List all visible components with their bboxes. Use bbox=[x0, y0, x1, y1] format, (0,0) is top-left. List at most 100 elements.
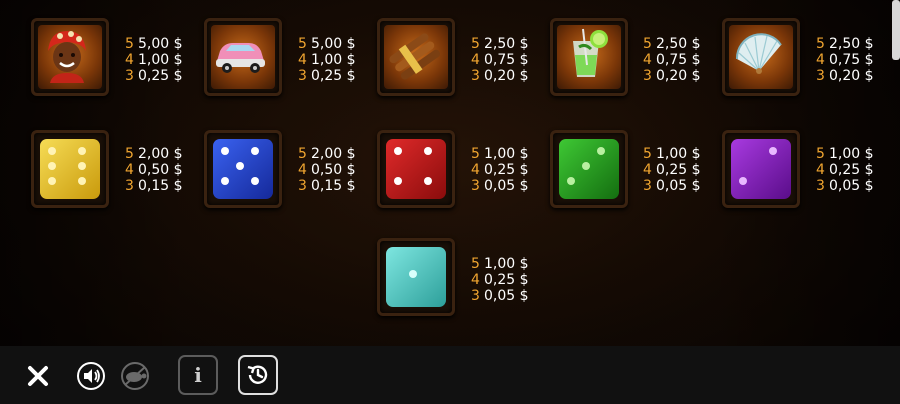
pay-value: 0,50 $ bbox=[311, 162, 356, 178]
bottom-toolbar: i bbox=[0, 346, 900, 404]
pay-value: 2,00 $ bbox=[311, 146, 356, 162]
pay-count: 5 bbox=[643, 146, 652, 162]
paytable-die-green: 5 1,00 $ 4 0,25 $ 3 0,05 $ bbox=[643, 146, 721, 194]
pay-value: 0,75 $ bbox=[656, 52, 701, 68]
red-die-icon bbox=[386, 139, 446, 199]
symbol-die-purple bbox=[722, 130, 800, 208]
symbol-die-yellow bbox=[31, 130, 109, 208]
symbol-fan bbox=[722, 18, 800, 96]
pay-count: 4 bbox=[471, 272, 480, 288]
paytable-cigars: 5 2,50 $ 4 0,75 $ 3 0,20 $ bbox=[471, 36, 549, 84]
pay-count: 4 bbox=[471, 162, 480, 178]
pay-count: 3 bbox=[643, 68, 652, 84]
pay-value: 0,50 $ bbox=[138, 162, 183, 178]
pay-value: 0,15 $ bbox=[311, 178, 356, 194]
mojito-icon bbox=[557, 25, 621, 89]
pay-count: 4 bbox=[816, 52, 825, 68]
cyan-die-icon bbox=[386, 247, 446, 307]
pay-count: 5 bbox=[816, 36, 825, 52]
pay-value: 0,25 $ bbox=[484, 162, 529, 178]
pay-value: 0,05 $ bbox=[656, 178, 701, 194]
pay-value: 0,25 $ bbox=[829, 162, 874, 178]
paytable-die-purple: 5 1,00 $ 4 0,25 $ 3 0,05 $ bbox=[816, 146, 894, 194]
pay-value: 0,25 $ bbox=[311, 68, 356, 84]
paytable-die-blue: 5 2,00 $ 4 0,50 $ 3 0,15 $ bbox=[298, 146, 376, 194]
pay-value: 0,25 $ bbox=[138, 68, 183, 84]
pay-value: 0,20 $ bbox=[484, 68, 529, 84]
paytable-fan: 5 2,50 $ 4 0,75 $ 3 0,20 $ bbox=[816, 36, 894, 84]
pay-value: 2,50 $ bbox=[656, 36, 701, 52]
pay-count: 4 bbox=[298, 52, 307, 68]
car-icon bbox=[211, 25, 275, 89]
purple-die-icon bbox=[731, 139, 791, 199]
pay-count: 3 bbox=[471, 68, 480, 84]
pay-value: 0,05 $ bbox=[829, 178, 874, 194]
blue-die-icon bbox=[213, 139, 273, 199]
pay-value: 2,50 $ bbox=[484, 36, 529, 52]
pay-count: 3 bbox=[643, 178, 652, 194]
pay-count: 5 bbox=[298, 36, 307, 52]
info-button[interactable]: i bbox=[178, 355, 218, 395]
symbol-car bbox=[204, 18, 282, 96]
pay-count: 5 bbox=[125, 36, 134, 52]
paytable-mojito: 5 2,50 $ 4 0,75 $ 3 0,20 $ bbox=[643, 36, 721, 84]
close-button[interactable] bbox=[22, 360, 54, 392]
paytable-die-cyan: 5 1,00 $ 4 0,25 $ 3 0,05 $ bbox=[471, 256, 549, 304]
pay-count: 3 bbox=[471, 178, 480, 194]
pay-value: 2,00 $ bbox=[138, 146, 183, 162]
pay-count: 3 bbox=[471, 288, 480, 304]
pay-count: 5 bbox=[471, 36, 480, 52]
pay-count: 4 bbox=[643, 162, 652, 178]
pay-count: 4 bbox=[471, 52, 480, 68]
pay-count: 3 bbox=[125, 68, 134, 84]
pay-count: 3 bbox=[298, 178, 307, 194]
pay-count: 5 bbox=[298, 146, 307, 162]
pay-count: 5 bbox=[471, 256, 480, 272]
pay-value: 0,25 $ bbox=[656, 162, 701, 178]
pay-value: 0,05 $ bbox=[484, 288, 529, 304]
sound-icon bbox=[77, 362, 105, 390]
green-die-icon bbox=[559, 139, 619, 199]
paytable-die-red: 5 1,00 $ 4 0,25 $ 3 0,05 $ bbox=[471, 146, 549, 194]
pay-count: 5 bbox=[125, 146, 134, 162]
pay-count: 5 bbox=[643, 36, 652, 52]
pay-value: 0,75 $ bbox=[829, 52, 874, 68]
pay-count: 3 bbox=[816, 68, 825, 84]
pay-value: 0,20 $ bbox=[656, 68, 701, 84]
pay-value: 1,00 $ bbox=[656, 146, 701, 162]
fan-icon bbox=[729, 25, 793, 89]
pay-value: 0,05 $ bbox=[484, 178, 529, 194]
cigars-icon bbox=[384, 25, 448, 89]
pay-value: 1,00 $ bbox=[484, 146, 529, 162]
pay-count: 3 bbox=[816, 178, 825, 194]
pay-value: 0,75 $ bbox=[484, 52, 529, 68]
sound-button[interactable] bbox=[75, 360, 107, 392]
symbol-die-red bbox=[377, 130, 455, 208]
pay-count: 3 bbox=[125, 178, 134, 194]
history-button[interactable] bbox=[238, 355, 278, 395]
pay-count: 3 bbox=[298, 68, 307, 84]
paytable-car: 5 5,00 $ 4 1,00 $ 3 0,25 $ bbox=[298, 36, 376, 84]
woman-icon bbox=[38, 25, 102, 89]
pay-count: 5 bbox=[471, 146, 480, 162]
pay-value: 1,00 $ bbox=[138, 52, 183, 68]
pay-value: 0,25 $ bbox=[484, 272, 529, 288]
pay-count: 4 bbox=[125, 52, 134, 68]
pay-value: 0,15 $ bbox=[138, 178, 183, 194]
pay-count: 4 bbox=[125, 162, 134, 178]
pay-count: 4 bbox=[816, 162, 825, 178]
turtle-icon bbox=[121, 362, 149, 390]
pay-count: 5 bbox=[816, 146, 825, 162]
pay-count: 4 bbox=[298, 162, 307, 178]
history-icon bbox=[247, 365, 268, 384]
pay-value: 5,00 $ bbox=[138, 36, 183, 52]
symbol-mojito bbox=[550, 18, 628, 96]
symbol-die-cyan bbox=[377, 238, 455, 316]
info-icon: i bbox=[194, 363, 202, 387]
pay-value: 1,00 $ bbox=[484, 256, 529, 272]
close-icon bbox=[28, 366, 48, 386]
paytable-die-yellow: 5 2,00 $ 4 0,50 $ 3 0,15 $ bbox=[125, 146, 203, 194]
pay-value: 2,50 $ bbox=[829, 36, 874, 52]
symbol-die-green bbox=[550, 130, 628, 208]
turbo-button[interactable] bbox=[118, 360, 152, 392]
